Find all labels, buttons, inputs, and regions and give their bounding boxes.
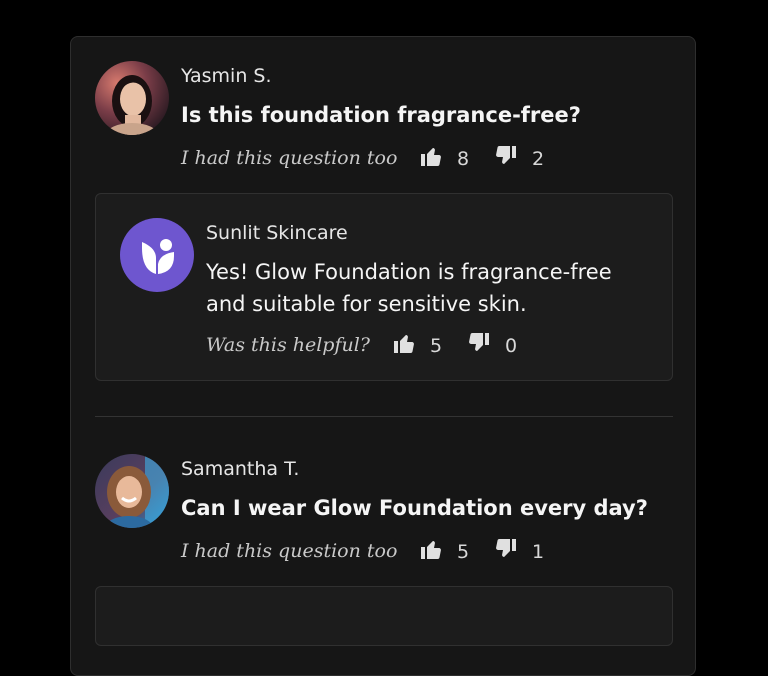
thumbs-up-icon bbox=[392, 331, 416, 360]
thumbs-up-icon bbox=[419, 144, 443, 173]
thumbs-down-icon bbox=[494, 537, 518, 566]
downvote-button[interactable]: 1 bbox=[494, 537, 544, 566]
avatar-yasmin bbox=[95, 61, 169, 135]
leaf-logo-icon bbox=[142, 239, 174, 274]
answer-box: Sunlit Skincare Yes! Glow Foundation is … bbox=[95, 193, 673, 381]
had-question-too-link[interactable]: I had this question too bbox=[181, 540, 397, 562]
thumbs-down-icon bbox=[494, 144, 518, 173]
answer-text-line2: and suitable for sensitive skin. bbox=[206, 292, 527, 316]
downvote-count: 2 bbox=[532, 147, 545, 170]
helpful-prompt: Was this helpful? bbox=[206, 334, 370, 356]
upvote-button[interactable]: 8 bbox=[419, 144, 469, 173]
downvote-button[interactable]: 2 bbox=[494, 144, 544, 173]
upvote-button[interactable]: 5 bbox=[419, 537, 469, 566]
answer-author: Sunlit Skincare bbox=[206, 222, 348, 244]
downvote-count: 1 bbox=[532, 540, 545, 563]
divider bbox=[95, 416, 673, 417]
brand-logo-avatar bbox=[120, 218, 194, 292]
thumbs-down-icon bbox=[467, 331, 491, 360]
qa-card: Yasmin S. Is this foundation fragrance-f… bbox=[70, 36, 696, 676]
avatar-samantha bbox=[95, 454, 169, 528]
answer-downvote-button[interactable]: 0 bbox=[467, 331, 517, 360]
question-text: Is this foundation fragrance-free? bbox=[181, 103, 581, 127]
upvote-count: 5 bbox=[457, 540, 470, 563]
question-author: Samantha T. bbox=[181, 458, 300, 480]
question-text: Can I wear Glow Foundation every day? bbox=[181, 496, 648, 520]
upvote-count: 8 bbox=[457, 147, 470, 170]
had-question-too-link[interactable]: I had this question too bbox=[181, 147, 397, 169]
question-author: Yasmin S. bbox=[181, 65, 272, 87]
answer-box bbox=[95, 586, 673, 646]
answer-upvote-button[interactable]: 5 bbox=[392, 331, 442, 360]
answer-text-line1: Yes! Glow Foundation is fragrance-free bbox=[206, 260, 612, 284]
answer-upvote-count: 5 bbox=[430, 334, 443, 357]
thumbs-up-icon bbox=[419, 537, 443, 566]
answer-downvote-count: 0 bbox=[505, 334, 518, 357]
